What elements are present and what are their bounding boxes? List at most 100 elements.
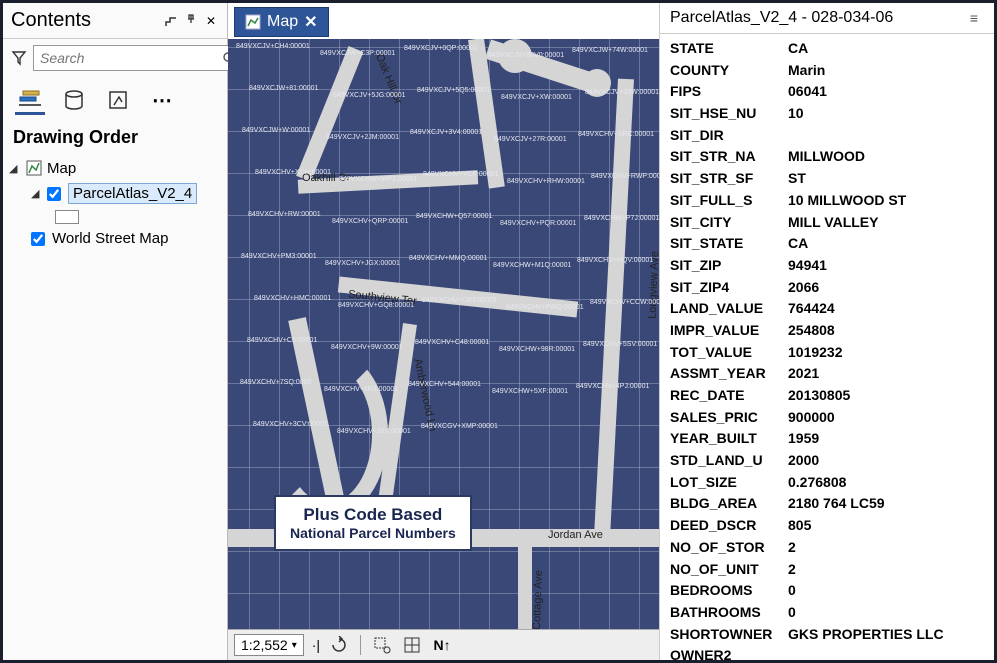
options-icon[interactable] — [163, 13, 179, 29]
search-input[interactable] — [40, 50, 222, 66]
list-by-source-icon[interactable] — [59, 85, 89, 115]
scale-toggle-icon[interactable]: ·| — [312, 637, 320, 653]
drawing-order-label: Drawing Order — [3, 123, 227, 156]
scale-value: 1:2,552 — [241, 637, 288, 653]
attribute-key: SIT_FULL_S — [670, 190, 788, 212]
menu-icon[interactable]: ≡ — [970, 10, 978, 26]
attribute-row[interactable]: BLDG_AREA2180 764 LC59 — [670, 493, 992, 515]
attribute-row[interactable]: BATHROOMS0 — [670, 602, 992, 624]
map-viewport[interactable]: Oak Hill Dr Oakhill Dr Southview Ter Amb… — [228, 39, 659, 629]
tree-layer-swatch[interactable] — [9, 207, 221, 227]
attribute-value: GKS PROPERTIES LLC — [788, 624, 992, 646]
attribute-key: LAND_VALUE — [670, 298, 788, 320]
attribute-key: BATHROOMS — [670, 602, 788, 624]
attribute-row[interactable]: OWNER2 — [670, 645, 992, 660]
snapping-icon[interactable] — [401, 634, 423, 656]
attribute-row[interactable]: FIPS06041 — [670, 81, 992, 103]
attributes-header: ParcelAtlas_V2_4 - 028-034-06 ≡ — [660, 3, 994, 34]
attribute-row[interactable]: TOT_VALUE1019232 — [670, 342, 992, 364]
layer-visibility-checkbox[interactable] — [47, 187, 61, 201]
list-by-drawing-order-icon[interactable] — [15, 85, 45, 115]
search-input-wrapper[interactable] — [33, 45, 243, 71]
attribute-row[interactable]: REC_DATE20130805 — [670, 385, 992, 407]
attribute-row[interactable]: SIT_ZIP94941 — [670, 255, 992, 277]
parcel-label: 849VXCHV+QRP:00001 — [332, 218, 408, 225]
north-arrow-icon[interactable]: N↑ — [431, 634, 453, 656]
attribute-value: 10 MILLWOOD ST — [788, 190, 992, 212]
attribute-value: CA — [788, 233, 992, 255]
attribute-row[interactable]: SHORTOWNERGKS PROPERTIES LLC — [670, 624, 992, 646]
scale-dropdown[interactable]: 1:2,552 ▾ — [234, 634, 304, 656]
attribute-key: DEED_DSCR — [670, 515, 788, 537]
attributes-list[interactable]: STATECACOUNTYMarinFIPS06041SIT_HSE_NU10S… — [660, 34, 994, 660]
tree-map-root[interactable]: ◢ Map — [9, 156, 221, 180]
attributes-title: ParcelAtlas_V2_4 - 028-034-06 — [670, 9, 970, 27]
map-tab[interactable]: Map ✕ — [234, 7, 329, 37]
attribute-row[interactable]: SIT_ZIP42066 — [670, 277, 992, 299]
attribute-key: IMPR_VALUE — [670, 320, 788, 342]
contents-toolbar: ⋯ — [3, 77, 227, 123]
attribute-row[interactable]: DEED_DSCR805 — [670, 515, 992, 537]
attribute-row[interactable]: YEAR_BUILT1959 — [670, 428, 992, 450]
close-icon[interactable]: ✕ — [203, 13, 219, 29]
attribute-row[interactable]: LAND_VALUE764424 — [670, 298, 992, 320]
attribute-row[interactable]: SALES_PRIC900000 — [670, 407, 992, 429]
layer-visibility-checkbox[interactable] — [31, 232, 45, 246]
attribute-row[interactable]: SIT_HSE_NU10 — [670, 103, 992, 125]
attribute-value: 1019232 — [788, 342, 992, 364]
attribute-row[interactable]: NO_OF_STOR2 — [670, 537, 992, 559]
more-icon[interactable]: ⋯ — [147, 85, 177, 115]
attribute-row[interactable]: SIT_STR_SFST — [670, 168, 992, 190]
road — [518, 534, 532, 629]
road — [268, 349, 388, 519]
attribute-row[interactable]: IMPR_VALUE254808 — [670, 320, 992, 342]
close-icon[interactable]: ✕ — [304, 12, 317, 32]
parcel-label: 849VXCHW+M1Q:00001 — [493, 262, 571, 269]
layer-tree: ◢ Map ◢ ParcelAtlas_V2_4 World Street Ma… — [3, 156, 227, 250]
parcel-label: 849VXCHV+GQ8:00001 — [338, 302, 414, 309]
rotate-icon[interactable] — [328, 634, 350, 656]
tree-root-label: Map — [47, 160, 76, 177]
tree-layer-basemap[interactable]: World Street Map — [9, 227, 221, 250]
map-panel: Map ✕ Oak Hill Dr Oakhill Dr Southview T… — [228, 3, 660, 660]
attribute-value: MILL VALLEY — [788, 212, 992, 234]
street-label: Cottage Ave — [531, 570, 545, 629]
collapse-icon[interactable]: ◢ — [9, 162, 21, 175]
tree-layer-parcelatlas[interactable]: ◢ ParcelAtlas_V2_4 — [9, 180, 221, 207]
attribute-value: 06041 — [788, 81, 992, 103]
attribute-row[interactable]: SIT_DIR — [670, 125, 992, 147]
parcel-line — [228, 131, 659, 132]
parcel-label: 849VXCJV+2JM:00001 — [326, 134, 399, 141]
attribute-value: 254808 — [788, 320, 992, 342]
attribute-value: 2021 — [788, 363, 992, 385]
attribute-row[interactable]: SIT_STATECA — [670, 233, 992, 255]
attribute-row[interactable]: STD_LAND_U2000 — [670, 450, 992, 472]
attribute-row[interactable]: COUNTYMarin — [670, 60, 992, 82]
pin-icon[interactable] — [183, 13, 199, 29]
overlay-line2: National Parcel Numbers — [290, 525, 456, 541]
attribute-key: LOT_SIZE — [670, 472, 788, 494]
attribute-row[interactable]: SIT_CITYMILL VALLEY — [670, 212, 992, 234]
attribute-row[interactable]: BEDROOMS0 — [670, 580, 992, 602]
list-by-selection-icon[interactable] — [103, 85, 133, 115]
attribute-value: 2 — [788, 559, 992, 581]
attribute-value: 2180 764 LC59 — [788, 493, 992, 515]
attribute-key: SIT_HSE_NU — [670, 103, 788, 125]
attribute-value: 0.276808 — [788, 472, 992, 494]
symbology-swatch — [55, 210, 79, 224]
street-label: Longview Ave — [647, 251, 659, 319]
filter-icon[interactable] — [11, 49, 27, 67]
overlay-line1: Plus Code Based — [290, 505, 456, 525]
attribute-row[interactable]: ASSMT_YEAR2021 — [670, 363, 992, 385]
select-tool-icon[interactable] — [371, 634, 393, 656]
contents-title: Contents — [11, 9, 159, 32]
attribute-row[interactable]: SIT_FULL_S10 MILLWOOD ST — [670, 190, 992, 212]
attribute-value — [788, 645, 992, 660]
attribute-row[interactable]: LOT_SIZE0.276808 — [670, 472, 992, 494]
attribute-key: NO_OF_UNIT — [670, 559, 788, 581]
attribute-row[interactable]: SIT_STR_NAMILLWOOD — [670, 146, 992, 168]
attribute-row[interactable]: STATECA — [670, 38, 992, 60]
attribute-value: 2066 — [788, 277, 992, 299]
expand-icon[interactable]: ◢ — [31, 187, 43, 200]
attribute-row[interactable]: NO_OF_UNIT2 — [670, 559, 992, 581]
